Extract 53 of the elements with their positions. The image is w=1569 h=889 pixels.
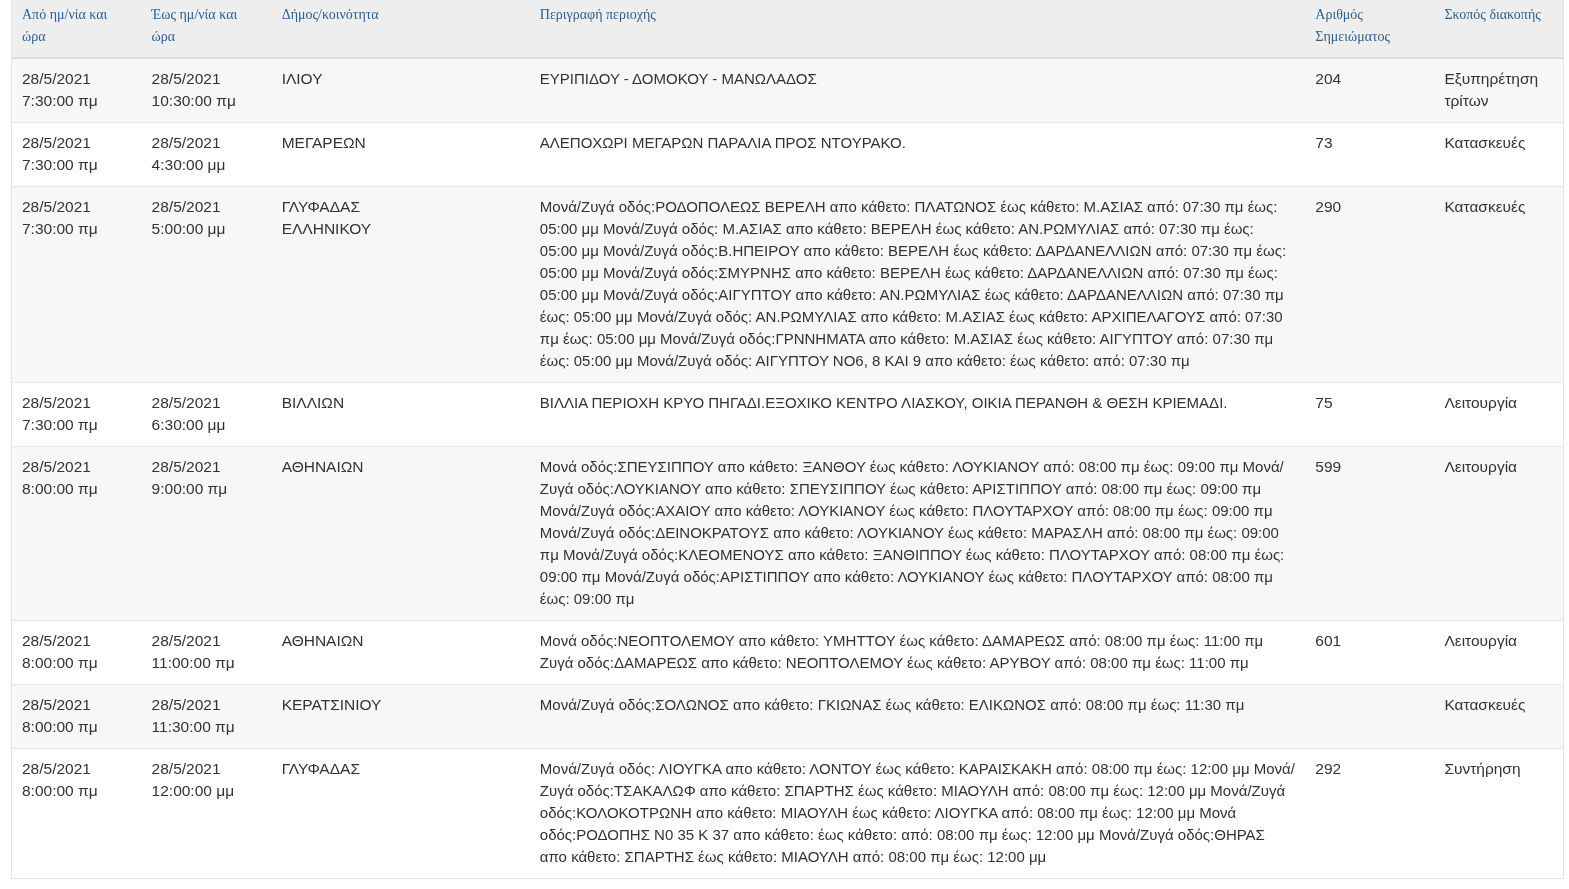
municipality-text: ΙΛΙΟΥ bbox=[281, 69, 324, 89]
date-time-text: 28/5/2021 11:30:00 πμ bbox=[151, 695, 236, 737]
interruption-purpose-text: Κατασκευές bbox=[1444, 198, 1526, 215]
area-description-text: Μονά οδός:ΣΠΕΥΣΙΠΠΟΥ απο κάθετο: ΞΑΝΘΟΥ έως κάθετο: ΛΟΥΚΙΑΝΟΥ από: 08:00 πμ έως: 09:00 πμ Μονά/Ζυγά οδός:ΛΟΥΚΙΑΝΟΥ απο κάθετο: ΣΠΕΥΣΙΠΠΟΥ έως κάθετο: ΑΡΙΣΤΙΠΠΟΥ από: 08:00 πμ έως: 09:00 πμ Μονά/Ζυγά οδός:ΑΧΑΙΟΥ απο κάθετο: ΛΟΥΚΙΑΝΟΥ έως κάθετο: ΠΛΟΥΤΑΡΧΟΥ από: 08:00 πμ έως: 09:00 πμ Μονά/Ζυγά οδός:ΔΕΙΝΟΚΡΑΤΟΥΣ απο κάθετο: ΛΟΥΚΙΑΝΟΥ έως κάθετο: ΜΑΡΑΣΛΗ από: 08:00 πμ έως: 09:00 πμ Μονά/Ζυγά οδός:ΚΛΕΟΜΕΝΟΥΣ απο κάθετο: ΞΑΝΘΙΠΠΟΥ έως κάθετο: ΠΛΟΥΤΑΡΧΟΥ από: 08:00 πμ έως: 09:00 πμ Μονά/Ζυγά οδός:ΑΡΙΣΤΙΠΠΟΥ απο κάθετο: ΛΟΥΚΙΑΝΟΥ έως κάθετο: ΠΛΟΥΤΑΡΧΟΥ από: 08:00 πμ έως: 09:00 πμ bbox=[539, 458, 1285, 607]
municipality-text: ΑΘΗΝΑΙΩΝ bbox=[281, 631, 365, 651]
municipality-text: ΚΕΡΑΤΣΙΝΙΟΥ bbox=[281, 695, 383, 715]
date-time-text: 28/5/2021 8:00:00 πμ bbox=[22, 695, 99, 737]
date-time-text: 28/5/2021 7:30:00 πμ bbox=[22, 69, 99, 111]
date-time-text: 28/5/2021 8:00:00 πμ bbox=[22, 457, 99, 499]
municipality-text: ΓΛΥΦΑΔΑΣ ΕΛΛΗΝΙΚΟΥ bbox=[281, 197, 373, 239]
area-description-text: ΑΛΕΠΟΧΩΡΙ ΜΕΓΑΡΩΝ ΠΑΡΑΛΙΑ ΠΡΟΣ ΝΤΟΥΡΑΚΟ. bbox=[539, 134, 906, 151]
note-number-text: 599 bbox=[1315, 458, 1342, 475]
date-time-text: 28/5/2021 11:00:00 πμ bbox=[151, 631, 236, 673]
date-time-text: 28/5/2021 12:00:00 μμ bbox=[151, 759, 236, 801]
area-description-text: ΒΙΛΛΙΑ ΠΕΡΙΟΧΗ ΚΡΥΟ ΠΗΓΑΔΙ.ΕΞΟΧΙΚΟ ΚΕΝΤΡΟ ΛΙΑΣΚΟΥ, ΟΙΚΙΑ ΠΕΡΑΝΘΗ & ΘΕΣΗ ΚΡΙΕΜΑΔΙ. bbox=[539, 394, 1228, 411]
interruption-purpose-text: Λειτουργία bbox=[1444, 394, 1518, 411]
column-header[interactable]: Σκοπός διακοπής bbox=[1444, 4, 1553, 26]
column-header[interactable]: Δήμος/κοινότητα bbox=[281, 4, 520, 26]
note-number-text: 75 bbox=[1315, 394, 1333, 411]
interruption-purpose-text: Συντήρηση bbox=[1444, 760, 1521, 777]
note-number-text: 204 bbox=[1315, 70, 1342, 87]
area-description-text: Μονά/Ζυγά οδός:ΣΟΛΩΝΟΣ απο κάθετο: ΓΚΙΩΝΑΣ έως κάθετο: ΕΛΙΚΩΝΟΣ από: 08:00 πμ έως: 11:30 πμ bbox=[539, 696, 1245, 713]
interruption-purpose-text: Κατασκευές bbox=[1444, 696, 1526, 713]
column-header[interactable]: Έως ημ/νία και ώρα bbox=[151, 4, 262, 48]
date-time-text: 28/5/2021 9:00:00 πμ bbox=[151, 457, 229, 499]
note-number-text: 73 bbox=[1315, 134, 1333, 151]
date-time-text: 28/5/2021 7:30:00 πμ bbox=[22, 393, 99, 435]
area-description-text: Μονά/Ζυγά οδός:ΡΟΔΟΠΟΛΕΩΣ ΒΕΡΕΛΗ απο κάθετο: ΠΛΑΤΩΝΟΣ έως κάθετο: Μ.ΑΣΙΑΣ από: 07:30 πμ έως: 05:00 μμ Μονά/Ζυγά οδός: Μ.ΑΣΙΑΣ απο κάθετο: ΒΕΡΕΛΗ έως κάθετο: ΑΝ.ΡΩΜΥΛΙΑΣ από: 07:30 πμ έως: 05:00 μμ Μονά/Ζυγά οδός:Β.ΗΠΕΙΡΟΥ απο κάθετο: ΒΕΡΕΛΗ έως κάθετο: ΔΑΡΔΑΝΕΛΛΙΩΝ από: 07:30 πμ έως: 05:00 μμ Μονά/Ζυγά οδός:ΣΜΥΡΝΗΣ απο κάθετο: ΒΕΡΕΛΗ έως κάθετο: ΔΑΡΔΑΝΕΛΛΙΩΝ από: 07:30 πμ έως: 05:00 μμ Μονά/Ζυγά οδός:ΑΙΓΥΠΤΟΥ απο κάθετο: ΑΝ.ΡΩΜΥΛΙΑΣ έως κάθετο: ΔΑΡΔΑΝΕΛΛΙΩΝ από: 07:30 πμ έως: 05:00 μμ Μονά/Ζυγά οδός: ΑΝ.ΡΩΜΥΛΙΑΣ απο κάθετο: Μ.ΑΣΙΑΣ έως κάθετο: ΑΡΧΙΠΕΛΑΓΟΥΣ από: 07:30 πμ έως: 05:00 μμ Μονά/Ζυγά οδός:ΓΡΝΝΗΜΑΤΑ απο κάθετο: Μ.ΑΣΙΑΣ έως κάθετο: ΑΙΓΥΠΤΟΥ από: 07:30 πμ έως: 05:00 μμ Μονά/Ζυγά οδός: ΑΙΓΥΠΤΟΥ ΝΟ6, 8 ΚΑΙ 9 απο κάθετο: έως κάθετο: από: 07:30 πμ bbox=[539, 198, 1287, 369]
area-description-text: ΕΥΡΙΠΙΔΟΥ - ΔΟΜΟΚΟΥ - ΜΑΝΩΛΑΔΟΣ bbox=[539, 70, 817, 87]
interruption-purpose-text: Κατασκευές bbox=[1444, 134, 1526, 151]
date-time-text: 28/5/2021 6:30:00 μμ bbox=[151, 393, 227, 435]
interruption-purpose-text: Λειτουργία bbox=[1444, 632, 1518, 649]
note-number-text: 292 bbox=[1315, 760, 1342, 777]
interruption-purpose-text: Εξυπηρέτηση τρίτων bbox=[1444, 70, 1539, 109]
municipality-text: ΜΕΓΑΡΕΩΝ bbox=[281, 133, 367, 153]
area-description-text: Μονά οδός:ΝΕΟΠΤΟΛΕΜΟΥ απο κάθετο: ΥΜΗΤΤΟΥ έως κάθετο: ΔΑΜΑΡΕΩΣ από: 08:00 πμ έως: 11:00 πμ Ζυγά οδός:ΔΑΜΑΡΕΩΣ απο κάθετο: ΝΕΟΠΤΟΛΕΜΟΥ έως κάθετο: ΑΡΥΒΟΥ από: 08:00 πμ έως: 11:00 πμ bbox=[539, 632, 1264, 671]
date-time-text: 28/5/2021 8:00:00 πμ bbox=[22, 631, 99, 673]
municipality-text: ΒΙΛΛΙΩΝ bbox=[281, 393, 346, 413]
area-description-text: Μονά/Ζυγά οδός: ΛΙΟΥΓΚΑ απο κάθετο: ΛΟΝΤΟΥ έως κάθετο: ΚΑΡΑΙΣΚΑΚΗ από: 08:00 πμ έως: 12:00 μμ Μονά/Ζυγά οδός:ΤΣΑΚΑΛΩΦ απο κάθετο: ΣΠΑΡΤΗΣ έως κάθετο: ΜΙΑΟΥΛΗ από: 08:00 πμ έως: 12:00 μμ Μονά/Ζυγά οδός:ΚΟΛΟΚΟΤΡΩΝΗ απο κάθετο: ΜΙΑΟΥΛΗ έως κάθετο: ΛΙΟΥΓΚΑ από: 08:00 πμ έως: 12:00 μμ Μονά οδός:ΡΟΔΟΠΗΣ Ν0 35 Κ 37 απο κάθετο: έως κάθετο: από: 08:00 πμ έως: 12:00 μμ Μονά/Ζυγά οδός:ΘΗΡΑΣ απο κάθετο: ΣΠΑΡΤΗΣ έως κάθετο: ΜΙΑΟΥΛΗ από: 08:00 πμ έως: 12:00 μμ bbox=[539, 760, 1295, 865]
note-number-text: 601 bbox=[1315, 632, 1342, 649]
date-time-text: 28/5/2021 5:00:00 μμ bbox=[151, 197, 227, 239]
date-time-text: 28/5/2021 10:30:00 πμ bbox=[151, 69, 237, 111]
column-header[interactable]: Αριθμός Σημειώματος bbox=[1315, 4, 1425, 48]
municipality-text: ΓΛΥΦΑΔΑΣ bbox=[281, 759, 361, 779]
municipality-text: ΑΘΗΝΑΙΩΝ bbox=[281, 457, 365, 477]
column-header[interactable]: Από ημ/νία και ώρα bbox=[22, 4, 132, 48]
interruption-purpose-text: Λειτουργία bbox=[1444, 458, 1518, 475]
date-time-text: 28/5/2021 7:30:00 πμ bbox=[22, 133, 99, 175]
note-number-text: 290 bbox=[1315, 198, 1342, 215]
date-time-text: 28/5/2021 8:00:00 πμ bbox=[22, 759, 99, 801]
date-time-text: 28/5/2021 7:30:00 πμ bbox=[22, 197, 99, 239]
column-header[interactable]: Περιγραφή περιοχής bbox=[539, 4, 1296, 26]
date-time-text: 28/5/2021 4:30:00 μμ bbox=[151, 133, 227, 175]
